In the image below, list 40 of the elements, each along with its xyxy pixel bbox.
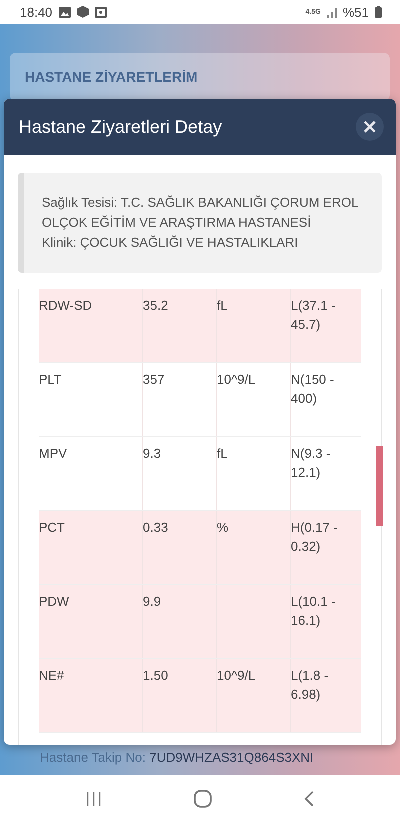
table-cell: 10^9/L [217, 659, 291, 732]
table-cell: PDW [39, 585, 143, 658]
table-cell: fL [217, 437, 291, 510]
table-cell: PCT [39, 511, 143, 584]
home-icon[interactable] [194, 790, 212, 808]
info-text: Klinik: ÇOCUK SAĞLIĞI VE HASTALIKLARI [42, 234, 300, 252]
table-cell: % [217, 511, 291, 584]
scrollbar[interactable] [376, 446, 383, 526]
recent-apps-icon[interactable] [86, 792, 102, 806]
back-icon[interactable] [304, 790, 314, 806]
table-cell-text: N(9.3 - 12.1) [291, 445, 332, 482]
table-cell-text: L(1.8 - 6.98) [291, 667, 330, 704]
clock: 18:40 [20, 4, 53, 20]
section-title: HASTANE ZİYARETLERİM [25, 69, 198, 85]
table-cell: MPV [39, 437, 143, 510]
dialog-title: Hastane Ziyaretleri Detay [19, 116, 222, 138]
table-cell-text: L(10.1 - 16.1) [291, 593, 337, 630]
table-cell: RDW-SD [39, 289, 143, 362]
table-cell-text: N(150 - 400) [291, 371, 336, 408]
table-cell-text: L(37.1 - 45.7) [291, 297, 337, 334]
image-icon [58, 6, 71, 18]
table-cell: 9.9 [143, 585, 217, 658]
signal-icon [326, 6, 337, 18]
table-cell: NE# [39, 659, 143, 732]
close-button[interactable] [356, 113, 384, 141]
table-cell: 1.50 [143, 659, 217, 732]
table-cell: 9.3 [143, 437, 217, 510]
battery-level: %51 [342, 4, 369, 20]
table-cell: fL [217, 289, 291, 362]
close-icon [364, 121, 376, 133]
table-cell: PLT [39, 363, 143, 436]
table-cell: 0.33 [143, 511, 217, 584]
safe-icon [94, 6, 107, 18]
info-text: Sağlık Tesisi: T.C. SAĞLIK BAKANLIĞI ÇORUM EROL OLÇOK EĞİTİM VE ARAŞTIRMA HASTANESİ [42, 194, 360, 232]
table-cell-text: H(0.17 - 0.32) [291, 519, 339, 556]
tracking-number: Hastane Takip No: 7UD9WHZAS31Q864S3XNI [39, 750, 315, 765]
table-cell: 357 [143, 363, 217, 436]
table-cell: 35.2 [143, 289, 217, 362]
table-cell: 10^9/L [217, 363, 291, 436]
battery-icon [375, 6, 382, 18]
